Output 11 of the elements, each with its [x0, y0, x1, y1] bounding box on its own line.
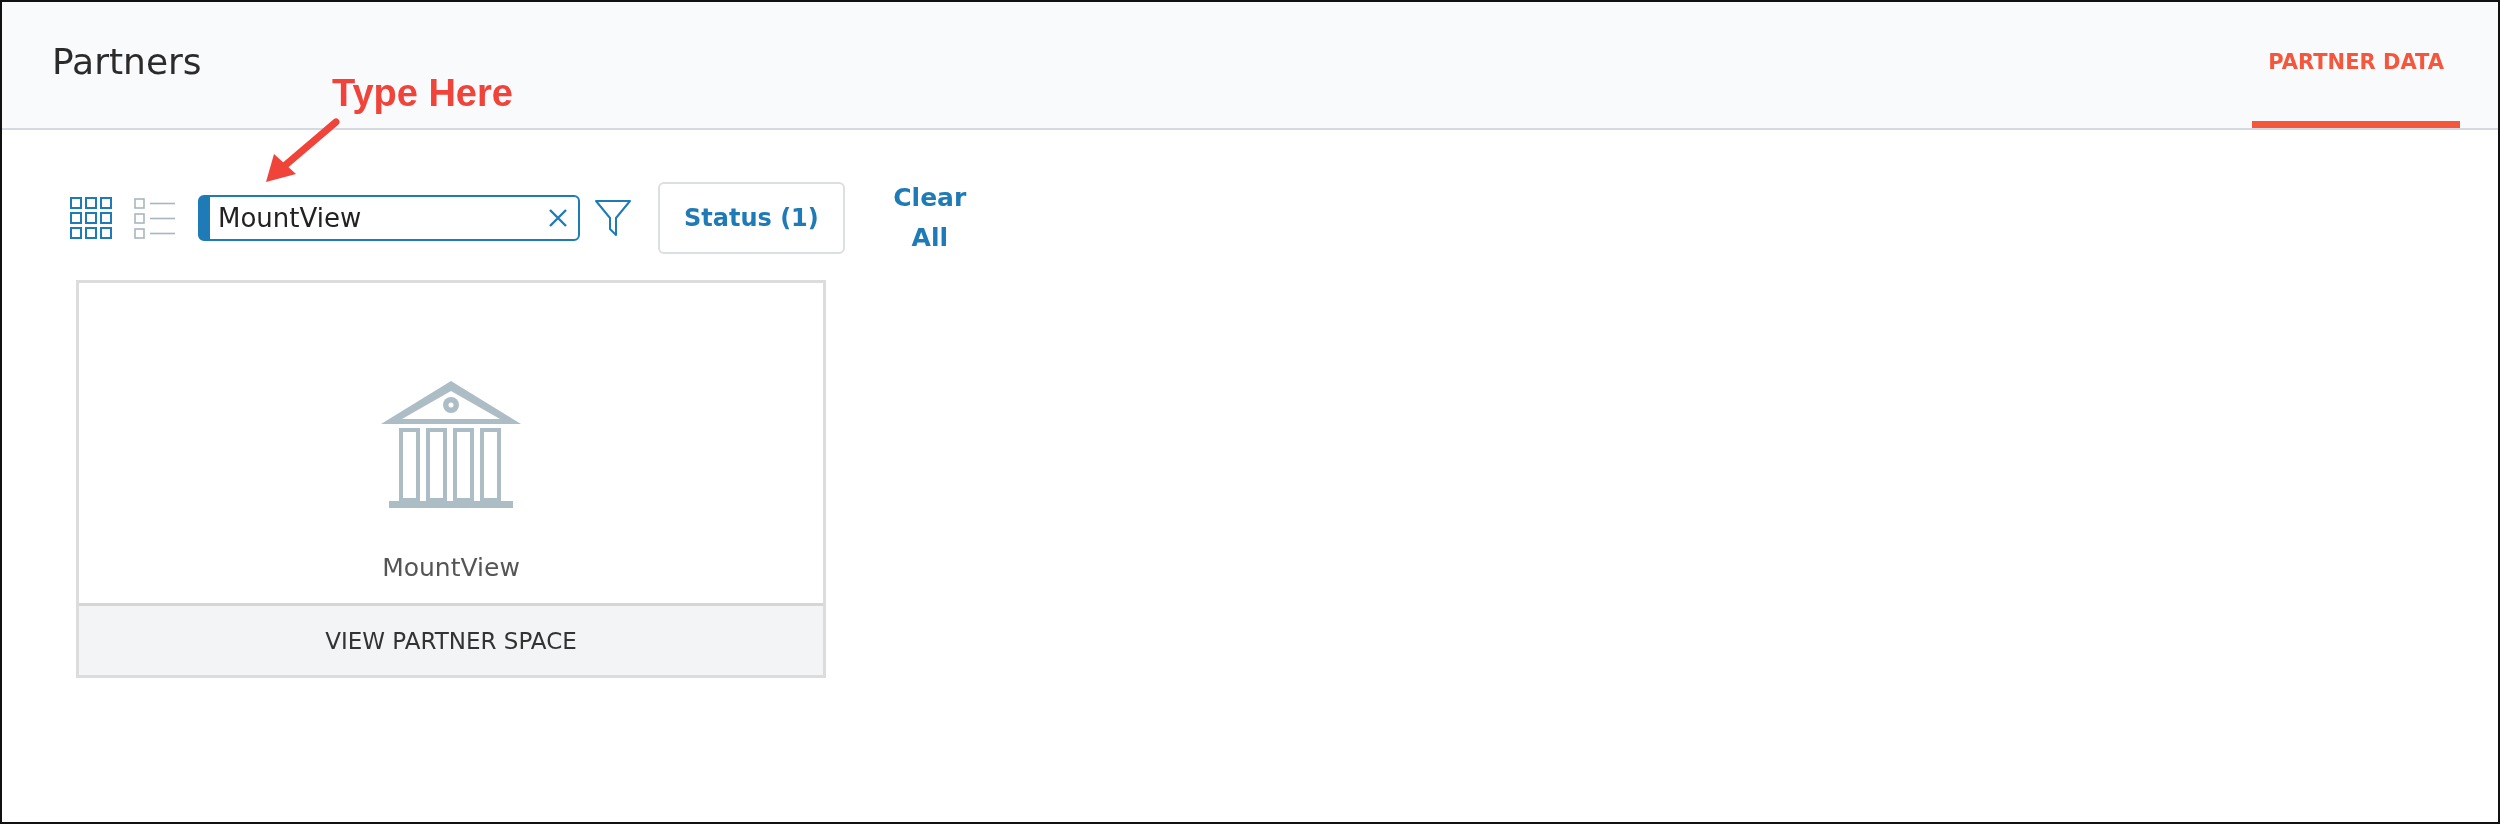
grid-view-button[interactable] [70, 197, 112, 239]
tab[interactable]: PARTNER DATA [2252, 2, 2460, 128]
clear-all-link[interactable]: Clear All [884, 178, 975, 258]
annotation-label: Type Here [332, 72, 513, 115]
page-title: Partners [52, 40, 202, 84]
status-filter-button[interactable]: Status (1) [658, 182, 845, 254]
view-partner-space-button[interactable]: VIEW PARTNER SPACE [79, 603, 823, 675]
filter-icon[interactable] [594, 198, 632, 238]
search-field[interactable]: MountView [198, 195, 580, 241]
partner-name: MountView [382, 553, 520, 582]
clear-icon[interactable] [548, 208, 568, 228]
